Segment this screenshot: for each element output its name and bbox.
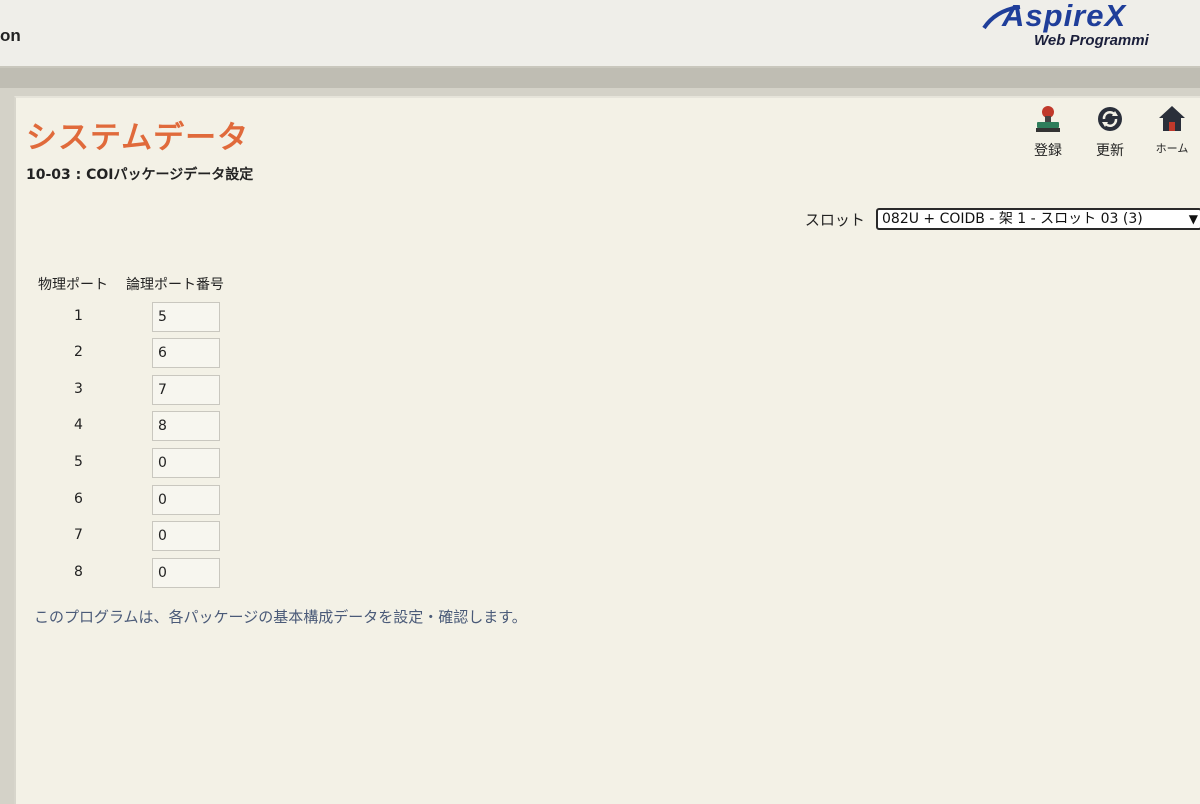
logical-port-input[interactable] <box>152 375 220 405</box>
logical-port-input[interactable] <box>152 338 220 368</box>
logical-port-input[interactable] <box>152 558 220 588</box>
physical-port-number: 5 <box>74 454 83 470</box>
refresh-button[interactable]: 更新 <box>1090 104 1130 160</box>
chevron-down-icon: ▼ <box>1188 212 1198 226</box>
slot-label: スロット <box>804 210 865 229</box>
logical-port-input[interactable] <box>152 521 220 551</box>
aspirex-logo: AspireX Web Programmi <box>980 0 1200 60</box>
logical-port-input[interactable] <box>152 302 220 332</box>
register-button[interactable]: 登録 <box>1028 104 1068 160</box>
top-header: on AspireX Web Programmi <box>0 0 1200 68</box>
physical-port-number: 8 <box>74 564 83 580</box>
logical-port-input[interactable] <box>152 448 220 478</box>
logical-port-input[interactable] <box>152 411 220 441</box>
main-panel: システムデータ 10-03 : COIパッケージデータ設定 登録 更新 ホーム … <box>14 96 1200 804</box>
brand-subtitle: Web Programmi <box>1034 32 1149 49</box>
brand-name: AspireX <box>1002 0 1127 33</box>
refresh-icon <box>1098 107 1122 131</box>
home-button[interactable]: ホーム <box>1152 104 1192 156</box>
program-description: このプログラムは、各パッケージの基本構成データを設定・確認します。 <box>34 608 527 626</box>
slot-selected-value: 082U + COIDB - 架 1 - スロット 03 (3) <box>882 211 1143 227</box>
logical-port-input[interactable] <box>152 485 220 515</box>
home-label: ホーム <box>1155 142 1189 155</box>
slot-dropdown[interactable]: 082U + COIDB - 架 1 - スロット 03 (3) ▼ <box>876 208 1200 230</box>
register-label: 登録 <box>1034 143 1062 159</box>
logical-port-header: 論理ポート番号 <box>126 277 224 293</box>
physical-port-header: 物理ポート <box>38 277 108 293</box>
cut-off-header-text: on <box>0 26 21 45</box>
register-stamp-icon <box>1036 106 1060 132</box>
physical-port-number: 6 <box>74 491 83 507</box>
header-band <box>0 68 1200 88</box>
refresh-label: 更新 <box>1096 143 1124 159</box>
physical-port-number: 3 <box>74 381 83 397</box>
home-icon <box>1159 106 1185 131</box>
page-subtitle: 10-03 : COIパッケージデータ設定 <box>26 167 254 183</box>
physical-port-number: 4 <box>74 417 83 433</box>
physical-port-number: 7 <box>74 527 83 543</box>
physical-port-number: 2 <box>74 344 83 360</box>
page-title: システムデータ <box>26 120 250 156</box>
slot-selector: スロット 082U + COIDB - 架 1 - スロット 03 (3) ▼ <box>805 208 1200 230</box>
physical-port-number: 1 <box>74 308 83 324</box>
